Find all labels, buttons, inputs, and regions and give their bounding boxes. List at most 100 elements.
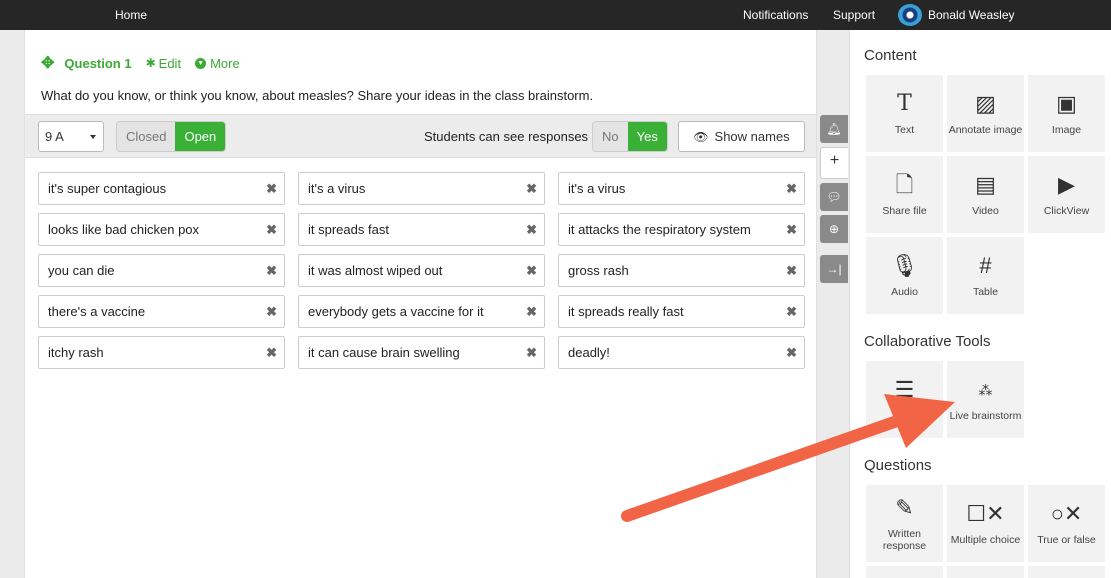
eye-icon: 👁	[693, 129, 709, 144]
add-content-panel: Content T Text ▨ Annotate image ▣ Image …	[849, 30, 1111, 578]
tab-add[interactable]: +	[820, 147, 848, 179]
plus-icon: +	[829, 152, 840, 169]
close-icon[interactable]: ✖	[526, 181, 537, 197]
tile-live-poll[interactable]: ☰ Live	[866, 361, 943, 438]
open-option[interactable]: Open	[175, 122, 226, 151]
response-text: it can cause brain swelling	[308, 345, 460, 360]
collab-section-title: Collaborative Tools	[864, 333, 991, 350]
response-text: looks like bad chicken pox	[48, 222, 200, 237]
tile-annotate-image[interactable]: ▨ Annotate image	[947, 75, 1024, 152]
response-card: it can cause brain swelling ✖	[298, 336, 545, 369]
tile-label: Video	[972, 204, 999, 217]
close-icon[interactable]: ✖	[266, 181, 277, 197]
chat-icon: 💬︎	[826, 190, 842, 204]
tile-label: Table	[972, 285, 999, 298]
nav-home-link[interactable]: Home	[115, 8, 147, 22]
closed-option[interactable]: Closed	[117, 122, 176, 151]
tile-true-false[interactable]: ○✕ True or false	[1028, 485, 1105, 562]
response-text: gross rash	[568, 263, 629, 278]
tile-share-file[interactable]: 🗋 Share file	[866, 156, 943, 233]
response-card: looks like bad chicken pox ✖	[38, 213, 285, 246]
close-icon[interactable]: ✖	[786, 345, 797, 361]
bell-icon: 🔔︎	[826, 122, 842, 136]
question-header: ✥ Question 1 ✱ Edit ▼ More	[41, 53, 254, 73]
top-nav-bar: Home Notifications Support Bonald Weasle…	[0, 0, 1111, 30]
response-text: it attacks the respiratory system	[568, 222, 751, 237]
live-poll-icon: ☰	[894, 376, 915, 402]
tile-label: Annotate image	[948, 123, 1023, 136]
annotate-image-icon: ▨	[975, 90, 996, 116]
close-icon[interactable]: ✖	[266, 222, 277, 238]
question-editor: ✥ Question 1 ✱ Edit ▼ More What do you k…	[24, 30, 817, 578]
tile-label: Audio	[891, 285, 918, 298]
response-card: it's super contagious ✖	[38, 172, 285, 205]
clickview-icon: ▶	[1058, 171, 1075, 197]
class-select-value: 9 A	[45, 129, 64, 144]
response-text: there's a vaccine	[48, 304, 146, 319]
tile-multiple-choice[interactable]: ☐✕ Multiple choice	[947, 485, 1024, 562]
tile-partial[interactable]	[1028, 566, 1105, 578]
tile-partial[interactable]	[866, 566, 943, 578]
tile-image[interactable]: ▣ Image	[1028, 75, 1105, 152]
tab-target[interactable]: ⊕	[820, 215, 848, 243]
question-title: Question 1	[64, 55, 132, 71]
close-icon[interactable]: ✖	[786, 222, 797, 238]
close-icon[interactable]: ✖	[526, 222, 537, 238]
more-button[interactable]: ▼ More	[195, 56, 240, 71]
multiple-choice-icon: ☐✕	[966, 500, 1005, 526]
tile-audio[interactable]: 🎙︎ Audio	[866, 237, 943, 314]
close-icon[interactable]: ✖	[266, 345, 277, 361]
share-file-icon: 🗋	[895, 171, 914, 197]
questions-section-title: Questions	[864, 457, 932, 474]
tile-text[interactable]: T Text	[866, 75, 943, 152]
tile-clickview[interactable]: ▶ ClickView	[1028, 156, 1105, 233]
close-icon[interactable]: ✖	[526, 345, 537, 361]
tab-collapse[interactable]: →|	[820, 255, 848, 283]
students-see-responses-label: Students can see responses	[424, 129, 589, 144]
response-card: itchy rash ✖	[38, 336, 285, 369]
move-icon[interactable]: ✥	[41, 53, 54, 73]
yes-option[interactable]: Yes	[627, 122, 667, 151]
show-names-label: Show names	[714, 129, 790, 144]
user-name: Bonald Weasley	[928, 8, 1015, 22]
tile-partial[interactable]	[947, 566, 1024, 578]
written-response-icon: ✎	[895, 494, 914, 520]
edit-label: Edit	[158, 55, 182, 71]
tile-live-brainstorm[interactable]: ⁂ Live brainstorm	[947, 361, 1024, 438]
response-text: it's super contagious	[48, 181, 167, 196]
tab-bell[interactable]: 🔔︎	[820, 115, 848, 143]
response-card: it attacks the respiratory system ✖	[558, 213, 805, 246]
close-icon[interactable]: ✖	[786, 263, 797, 279]
tile-label: Multiple choice	[950, 533, 1021, 546]
text-icon: T	[897, 90, 912, 116]
image-icon: ▣	[1056, 90, 1077, 116]
target-icon: ⊕	[828, 222, 840, 236]
tile-label: Live brainstorm	[949, 409, 1022, 422]
close-icon[interactable]: ✖	[266, 263, 277, 279]
tile-table[interactable]: # Table	[947, 237, 1024, 314]
close-icon[interactable]: ✖	[526, 263, 537, 279]
true-false-icon: ○✕	[1050, 500, 1083, 526]
user-menu[interactable]: Bonald Weasley	[898, 4, 1015, 26]
close-icon[interactable]: ✖	[266, 304, 277, 320]
open-closed-toggle: Closed Open	[116, 121, 227, 152]
close-icon[interactable]: ✖	[786, 304, 797, 320]
tile-video[interactable]: ▤ Video	[947, 156, 1024, 233]
close-icon[interactable]: ✖	[786, 181, 797, 197]
tile-label: Text	[894, 123, 915, 136]
class-select[interactable]: 9 A	[38, 121, 104, 152]
tile-written-response[interactable]: ✎ Written response	[866, 485, 943, 562]
nav-support-link[interactable]: Support	[833, 8, 875, 22]
edit-button[interactable]: ✱ Edit	[146, 56, 181, 71]
video-icon: ▤	[975, 171, 996, 197]
nav-notifications-link[interactable]: Notifications	[743, 8, 808, 22]
response-card: there's a vaccine ✖	[38, 295, 285, 328]
brainstorm-icon: ⁂	[978, 381, 993, 398]
no-option[interactable]: No	[593, 122, 628, 151]
chevron-down-icon: ▼	[195, 57, 207, 69]
tab-comments[interactable]: 💬︎	[820, 183, 848, 211]
responses-grid: it's super contagious ✖ it's a virus ✖ it'…	[38, 172, 805, 369]
microphone-icon: 🎙︎	[890, 252, 919, 278]
show-names-button[interactable]: 👁 Show names	[678, 121, 805, 152]
close-icon[interactable]: ✖	[526, 304, 537, 320]
